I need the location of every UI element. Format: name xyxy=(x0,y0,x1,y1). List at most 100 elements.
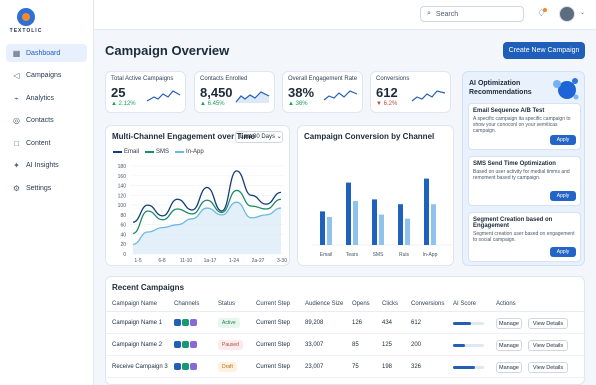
y-axis-tick-label: 60 xyxy=(120,223,126,229)
sms-icon xyxy=(182,318,189,326)
table-header: Campaign Name Channels Status Current Step A… xyxy=(106,296,586,312)
conversions-count: 612 xyxy=(411,320,422,326)
table-row[interactable]: Receive Campaign 3 Draft Current Step 23,00… xyxy=(106,357,586,378)
bar-chart: Email Tears SMS Ruis In-App xyxy=(312,178,452,258)
current-step: Current Step xyxy=(256,364,291,370)
campaign-name: Campaign Name 2 xyxy=(112,342,163,348)
y-axis-tick-label: 140 xyxy=(118,184,127,190)
bar-dark xyxy=(398,204,403,245)
x-axis-tick-label: 2a-27 xyxy=(252,258,265,264)
y-axis-tick-label: 80 xyxy=(120,213,126,219)
ai-score-fill xyxy=(453,366,475,369)
sidebar-item-contacts[interactable]: ◎ Contacts xyxy=(6,112,87,130)
gear-icon: ⚙ xyxy=(12,183,21,193)
bar-light xyxy=(405,218,410,245)
x-axis-tick-label: 1a-17 xyxy=(204,258,217,264)
conversion-chart-card: Campaign Conversion by Channel Email Tear… xyxy=(297,125,454,266)
apply-button[interactable]: Apply xyxy=(550,135,576,145)
chevron-down-icon[interactable]: ⌄ xyxy=(580,9,585,16)
view-details-button[interactable]: View Details xyxy=(528,340,568,351)
sidebar-item-dashboard[interactable]: ▦ Dashboard xyxy=(6,44,87,62)
x-axis-tick-label: In-App xyxy=(423,252,438,258)
line-chart: 0 20 40 60 80 100 120 140 160 180 1-5 6-8 11-10 1a-17… xyxy=(118,164,288,264)
x-axis-tick-label: 6-8 xyxy=(158,258,165,264)
y-axis-tick-label: 180 xyxy=(118,164,127,170)
app-icon xyxy=(190,362,197,370)
bar-dark xyxy=(346,182,351,245)
brand-logo[interactable]: TEXTOLIC xyxy=(6,8,46,34)
kpi-card-contacts-enrolled: Contacts Enrolled 8,450 ▲ 6.45% xyxy=(194,71,275,113)
ai-score-fill xyxy=(453,344,465,347)
opens-count: 85 xyxy=(352,342,359,348)
chat-bubble-icon xyxy=(17,8,35,26)
ai-recommendations-panel: AI Optimization Recommendations Email Se… xyxy=(462,71,585,266)
audience-size: 23,007 xyxy=(305,364,324,370)
ai-score-bar xyxy=(453,344,484,347)
table-row[interactable]: Campaign Name 2 Paused Current Step 33,007 8… xyxy=(106,335,586,356)
y-axis-tick-label: 40 xyxy=(120,232,126,238)
ai-score-bar xyxy=(453,366,484,369)
y-axis-tick-label: 120 xyxy=(118,193,127,199)
table-row[interactable]: Campaign Name 1 Active Current Step 89,208 1… xyxy=(106,313,586,334)
clicks-count: 125 xyxy=(382,342,393,348)
x-axis-tick-label: SMS xyxy=(373,252,385,258)
sparkline-chart xyxy=(411,90,446,102)
bar-light xyxy=(379,214,384,245)
analytics-icon: ⌁ xyxy=(14,93,19,103)
app-icon xyxy=(190,340,197,348)
audience-size: 89,208 xyxy=(305,320,324,326)
avatar[interactable] xyxy=(559,6,575,22)
content-icon: □ xyxy=(14,138,19,148)
x-axis-tick-label: Tears xyxy=(346,252,359,258)
sms-icon xyxy=(182,362,189,370)
apply-button[interactable]: Apply xyxy=(550,247,576,257)
create-campaign-button[interactable]: Create New Campaign xyxy=(503,42,585,59)
manage-button[interactable]: Manage xyxy=(496,340,522,351)
sidebar-item-ai-insights[interactable]: ✦ AI Insights xyxy=(6,157,87,175)
contacts-icon: ◎ xyxy=(13,116,20,125)
x-axis-tick-label: 1-5 xyxy=(134,258,141,264)
bar-dark xyxy=(424,178,429,245)
search-input[interactable]: ⌕ Search xyxy=(420,6,524,22)
current-step: Current Step xyxy=(256,320,291,326)
sidebar-item-analytics[interactable]: ⌁ Analytics xyxy=(6,89,87,107)
insights-icon: ✦ xyxy=(13,161,20,170)
sidebar-item-campaigns[interactable]: ◁ Campaigns xyxy=(6,67,87,85)
campaign-name: Campaign Name 1 xyxy=(112,320,163,326)
clicks-count: 198 xyxy=(382,364,393,370)
sidebar-item-content[interactable]: □ Content xyxy=(6,134,87,152)
recommendation-card: Segment Creation based on Engagement Segm… xyxy=(468,212,581,262)
x-axis-tick-label: 11-10 xyxy=(180,258,193,264)
opens-count: 126 xyxy=(352,320,363,326)
sidebar: TEXTOLIC ▦ Dashboard ◁ Campaigns ⌁ Analytic… xyxy=(0,0,94,385)
x-axis-tick-label: 3-30 xyxy=(277,258,287,264)
sidebar-item-settings[interactable]: ⚙ Settings xyxy=(6,179,87,197)
campaign-name: Receive Campaign 3 xyxy=(112,364,168,370)
dashboard-icon: ▦ xyxy=(12,48,21,58)
ai-bubbles-icon xyxy=(553,78,579,100)
recent-campaigns-table: Recent Campaigns Campaign Name Channels St… xyxy=(105,276,586,385)
audience-size: 33,007 xyxy=(305,342,324,348)
kpi-card-conversions: Conversions 612 ▼ 6.2% xyxy=(370,71,451,113)
apply-button[interactable]: Apply xyxy=(550,191,576,201)
sparkline-chart xyxy=(235,91,270,103)
bar-light xyxy=(327,217,332,245)
status-badge: Active xyxy=(218,318,240,328)
clicks-count: 434 xyxy=(382,320,393,326)
view-details-button[interactable]: View Details xyxy=(528,318,568,329)
y-axis-tick-label: 160 xyxy=(118,174,127,180)
bar-light xyxy=(431,204,436,245)
manage-button[interactable]: Manage xyxy=(496,362,522,373)
page-title: Campaign Overview xyxy=(105,43,230,58)
bar-light xyxy=(353,201,358,245)
main-content: ⌕ Search ♢ ⌄ Campaign Overview Create New… xyxy=(94,0,596,385)
sparkline-chart xyxy=(323,90,358,101)
kpi-card-engagement-rate: Overall Engagement Rate 38% ▲ 36% xyxy=(282,71,363,113)
megaphone-icon: ◁ xyxy=(13,71,20,80)
current-step: Current Step xyxy=(256,342,291,348)
view-details-button[interactable]: View Details xyxy=(528,362,568,373)
y-axis-tick-label: 100 xyxy=(118,203,127,209)
app-icon xyxy=(190,318,197,326)
manage-button[interactable]: Manage xyxy=(496,318,522,329)
conversions-count: 200 xyxy=(411,342,422,348)
